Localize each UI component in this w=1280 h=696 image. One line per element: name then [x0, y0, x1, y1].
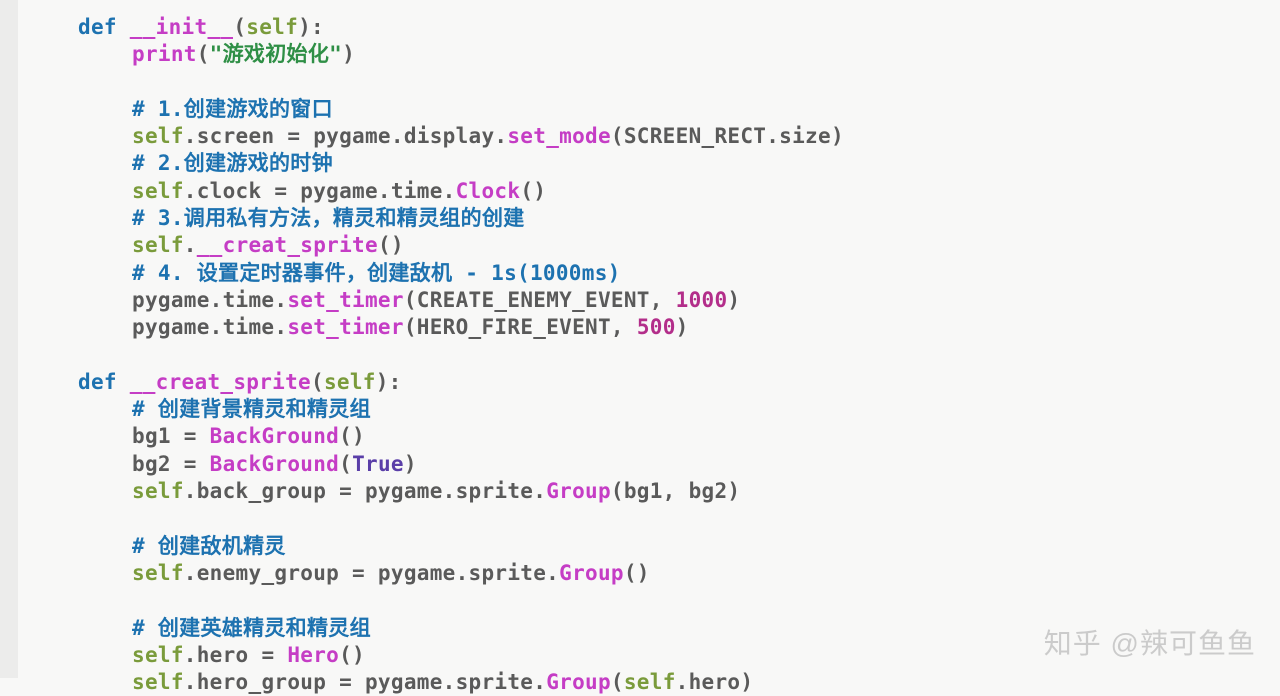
- code-token: True: [352, 452, 404, 476]
- code-token: bg2 =: [132, 452, 210, 476]
- code-token: (: [339, 452, 352, 476]
- code-token: (): [624, 561, 650, 585]
- code-line: [20, 587, 1276, 614]
- code-token: (: [233, 15, 246, 39]
- code-token: .clock = pygame.time.: [184, 179, 456, 203]
- code-token: .back_group = pygame.sprite.: [184, 479, 546, 503]
- code-token: (): [520, 179, 546, 203]
- code-token: (): [378, 233, 404, 257]
- code-token: __creat_sprite: [197, 233, 378, 257]
- code-line: # 2.创建游戏的时钟: [20, 150, 1276, 177]
- code-token: 500: [637, 315, 676, 339]
- code-token: set_timer: [287, 315, 404, 339]
- code-line: self.enemy_group = pygame.sprite.Group(): [20, 560, 1276, 587]
- code-line: def __creat_sprite(self):: [20, 369, 1276, 396]
- code-token: ): [727, 288, 740, 312]
- code-token: __init__: [130, 15, 234, 39]
- code-token: .hero_group = pygame.sprite.: [184, 670, 546, 694]
- code-line: self.hero_group = pygame.sprite.Group(se…: [20, 669, 1276, 696]
- code-token: 1000: [676, 288, 728, 312]
- code-token: self: [324, 370, 376, 394]
- code-token: .hero): [676, 670, 754, 694]
- code-token: # 创建敌机精灵: [132, 534, 286, 558]
- code-line: # 创建背景精灵和精灵组: [20, 396, 1276, 423]
- code-token: self: [624, 670, 676, 694]
- code-token: self: [132, 479, 184, 503]
- code-token: self: [132, 124, 184, 148]
- code-token: # 1.创建游戏的窗口: [132, 97, 333, 121]
- code-token: .hero =: [184, 643, 288, 667]
- code-token: .enemy_group = pygame.sprite.: [184, 561, 559, 585]
- code-token: .screen = pygame.display.: [184, 124, 508, 148]
- code-line: [20, 505, 1276, 532]
- code-line: pygame.time.set_timer(CREATE_ENEMY_EVENT…: [20, 287, 1276, 314]
- code-line: self.hero = Hero(): [20, 642, 1276, 669]
- code-line: # 3.调用私有方法，精灵和精灵组的创建: [20, 205, 1276, 232]
- code-token: Clock: [456, 179, 521, 203]
- code-line: print("游戏初始化"): [20, 41, 1276, 68]
- code-line: bg2 = BackGround(True): [20, 451, 1276, 478]
- code-token: # 创建背景精灵和精灵组: [132, 397, 371, 421]
- code-token: self: [132, 179, 184, 203]
- code-token: Group: [546, 670, 611, 694]
- code-token: # 2.创建游戏的时钟: [132, 151, 333, 175]
- code-token: set_mode: [507, 124, 611, 148]
- code-line: def __init__(self):: [20, 14, 1276, 41]
- code-token: set_timer: [287, 288, 404, 312]
- editor-gutter: [0, 0, 18, 678]
- code-line: pygame.time.set_timer(HERO_FIRE_EVENT, 5…: [20, 314, 1276, 341]
- code-token: (: [311, 370, 324, 394]
- code-token: bg1 =: [132, 424, 210, 448]
- code-token: pygame.time.: [132, 288, 287, 312]
- code-line: self.back_group = pygame.sprite.Group(bg…: [20, 478, 1276, 505]
- code-line: [20, 69, 1276, 96]
- code-token: ): [342, 42, 355, 66]
- code-token: # 3.调用私有方法，精灵和精灵组的创建: [132, 206, 525, 230]
- code-token: self: [132, 233, 184, 257]
- code-token: (): [339, 424, 365, 448]
- code-token: (HERO_FIRE_EVENT,: [404, 315, 637, 339]
- code-token: ): [404, 452, 417, 476]
- code-token: # 创建英雄精灵和精灵组: [132, 616, 371, 640]
- code-token: self: [132, 670, 184, 694]
- code-token: Group: [559, 561, 624, 585]
- code-token: print: [132, 42, 197, 66]
- code-token: __creat_sprite: [130, 370, 311, 394]
- code-token: (: [197, 42, 210, 66]
- code-token: Hero: [287, 643, 339, 667]
- code-token: self: [132, 643, 184, 667]
- code-line: self.clock = pygame.time.Clock(): [20, 178, 1276, 205]
- code-token: ): [676, 315, 689, 339]
- code-token: pygame.time.: [132, 315, 287, 339]
- code-token: "游戏初始化": [210, 42, 342, 66]
- code-token: (bg1, bg2): [611, 479, 740, 503]
- code-token: (SCREEN_RECT.size): [611, 124, 844, 148]
- code-token: BackGround: [210, 452, 339, 476]
- code-token: ):: [298, 15, 324, 39]
- code-line: # 1.创建游戏的窗口: [20, 96, 1276, 123]
- code-block: def __init__(self):print("游戏初始化") # 1.创建…: [20, 14, 1276, 696]
- code-token: def: [78, 15, 130, 39]
- code-token: (): [339, 643, 365, 667]
- code-token: .: [184, 233, 197, 257]
- code-token: (: [611, 670, 624, 694]
- code-token: BackGround: [210, 424, 339, 448]
- code-line: [20, 342, 1276, 369]
- code-line: bg1 = BackGround(): [20, 423, 1276, 450]
- code-line: # 4. 设置定时器事件，创建敌机 - 1s(1000ms): [20, 260, 1276, 287]
- code-line: self.__creat_sprite(): [20, 232, 1276, 259]
- code-token: def: [78, 370, 130, 394]
- code-line: # 创建敌机精灵: [20, 533, 1276, 560]
- code-token: self: [246, 15, 298, 39]
- code-token: Group: [546, 479, 611, 503]
- code-token: ):: [376, 370, 402, 394]
- code-token: # 4. 设置定时器事件，创建敌机 - 1s(1000ms): [132, 261, 621, 285]
- code-token: (CREATE_ENEMY_EVENT,: [404, 288, 676, 312]
- code-line: # 创建英雄精灵和精灵组: [20, 615, 1276, 642]
- code-token: self: [132, 561, 184, 585]
- code-line: self.screen = pygame.display.set_mode(SC…: [20, 123, 1276, 150]
